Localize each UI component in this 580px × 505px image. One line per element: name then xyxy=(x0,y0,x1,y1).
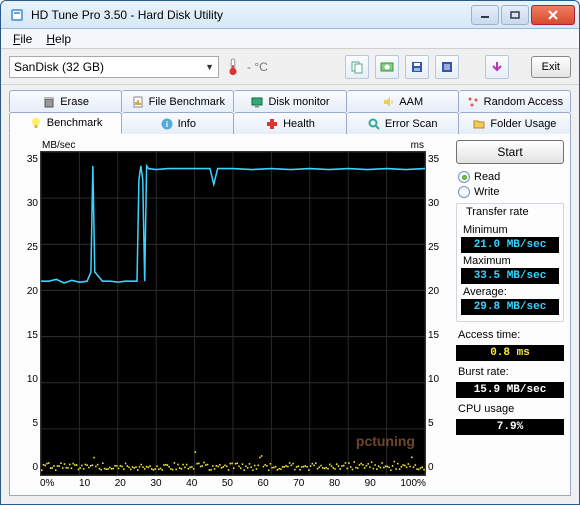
titlebar[interactable]: HD Tune Pro 3.50 - Hard Disk Utility xyxy=(1,1,579,29)
y-axis-left: 35302520151050 xyxy=(16,140,40,489)
right-unit: ms xyxy=(411,140,424,151)
avg-value: 29.8 MB/sec xyxy=(461,299,559,315)
drive-select[interactable]: SanDisk (32 GB) ▼ xyxy=(9,56,219,78)
thermometer-icon xyxy=(225,57,241,77)
tab-file-benchmark[interactable]: File Benchmark xyxy=(122,90,234,112)
min-value: 21.0 MB/sec xyxy=(461,237,559,253)
trash-icon xyxy=(42,95,56,109)
copy-info-button[interactable] xyxy=(345,55,369,79)
info-icon: i xyxy=(160,117,174,131)
tab-erase[interactable]: Erase xyxy=(9,90,122,112)
burst-label: Burst rate: xyxy=(458,366,564,378)
tab-error-scan[interactable]: Error Scan xyxy=(347,112,459,134)
menubar: File Help xyxy=(1,29,579,49)
left-unit: MB/sec xyxy=(42,140,75,151)
max-label: Maximum xyxy=(463,255,559,267)
avg-label: Average: xyxy=(463,286,559,298)
health-icon xyxy=(265,117,279,131)
x-axis: 0%102030405060708090100% xyxy=(40,478,426,489)
menu-file[interactable]: File xyxy=(7,31,38,47)
app-icon xyxy=(9,7,25,23)
min-label: Minimum xyxy=(463,224,559,236)
right-panel: Start Read Write Transfer rate Minimum 2… xyxy=(456,140,564,489)
chevron-down-icon: ▼ xyxy=(205,62,214,72)
access-value: 0.8 ms xyxy=(456,345,564,361)
tab-benchmark[interactable]: Benchmark xyxy=(9,112,122,134)
svg-text:i: i xyxy=(166,120,168,129)
cpu-value: 7.9% xyxy=(456,419,564,435)
drive-select-value: SanDisk (32 GB) xyxy=(14,60,104,74)
speaker-icon xyxy=(381,95,395,109)
read-radio[interactable]: Read xyxy=(456,171,564,183)
tab-health[interactable]: Health xyxy=(234,112,346,134)
toolbar: SanDisk (32 GB) ▼ - °C Exit xyxy=(1,49,579,85)
folder-icon xyxy=(472,117,486,131)
tab-area: Erase File Benchmark Disk monitor AAM Ra… xyxy=(9,89,571,496)
exit-button[interactable]: Exit xyxy=(531,56,571,78)
settings-button[interactable] xyxy=(435,55,459,79)
tab-aam[interactable]: AAM xyxy=(347,90,459,112)
app-window: HD Tune Pro 3.50 - Hard Disk Utility Fil… xyxy=(0,0,580,505)
transfer-rate-group: Transfer rate Minimum 21.0 MB/sec Maximu… xyxy=(456,203,564,322)
menu-help[interactable]: Help xyxy=(40,31,77,47)
radio-icon xyxy=(458,171,470,183)
window-buttons xyxy=(471,5,575,25)
temperature-value: - °C xyxy=(247,60,268,74)
tabs-row-lower: Benchmark iInfo Health Error Scan Folder… xyxy=(9,112,571,134)
save-button[interactable] xyxy=(405,55,429,79)
benchmark-chart: pctuning xyxy=(40,151,426,476)
minimize-button[interactable] xyxy=(471,5,499,25)
tabs-row-upper: Erase File Benchmark Disk monitor AAM Ra… xyxy=(9,89,571,112)
refresh-button[interactable] xyxy=(485,55,509,79)
max-value: 33.5 MB/sec xyxy=(461,268,559,284)
tab-random-access[interactable]: Random Access xyxy=(459,90,571,112)
chart-units: MB/sec ms xyxy=(40,140,426,151)
tab-info[interactable]: iInfo xyxy=(122,112,234,134)
bulb-icon xyxy=(29,116,43,130)
monitor-icon xyxy=(250,95,264,109)
window-title: HD Tune Pro 3.50 - Hard Disk Utility xyxy=(31,8,471,22)
file-bench-icon xyxy=(131,95,145,109)
cpu-label: CPU usage xyxy=(458,403,564,415)
tab-folder-usage[interactable]: Folder Usage xyxy=(459,112,571,134)
access-label: Access time: xyxy=(458,329,564,341)
screenshot-button[interactable] xyxy=(375,55,399,79)
random-icon xyxy=(466,95,480,109)
maximize-button[interactable] xyxy=(501,5,529,25)
benchmark-panel: 35302520151050 MB/sec ms pctuning 0%1020… xyxy=(9,134,571,496)
burst-value: 15.9 MB/sec xyxy=(456,382,564,398)
y-axis-right: 35302520151050 xyxy=(426,140,450,489)
radio-icon xyxy=(458,186,470,198)
write-radio[interactable]: Write xyxy=(456,186,564,198)
start-button[interactable]: Start xyxy=(456,140,564,164)
chart-zone: 35302520151050 MB/sec ms pctuning 0%1020… xyxy=(16,140,450,489)
close-button[interactable] xyxy=(531,5,575,25)
search-icon xyxy=(367,117,381,131)
tab-disk-monitor[interactable]: Disk monitor xyxy=(234,90,346,112)
